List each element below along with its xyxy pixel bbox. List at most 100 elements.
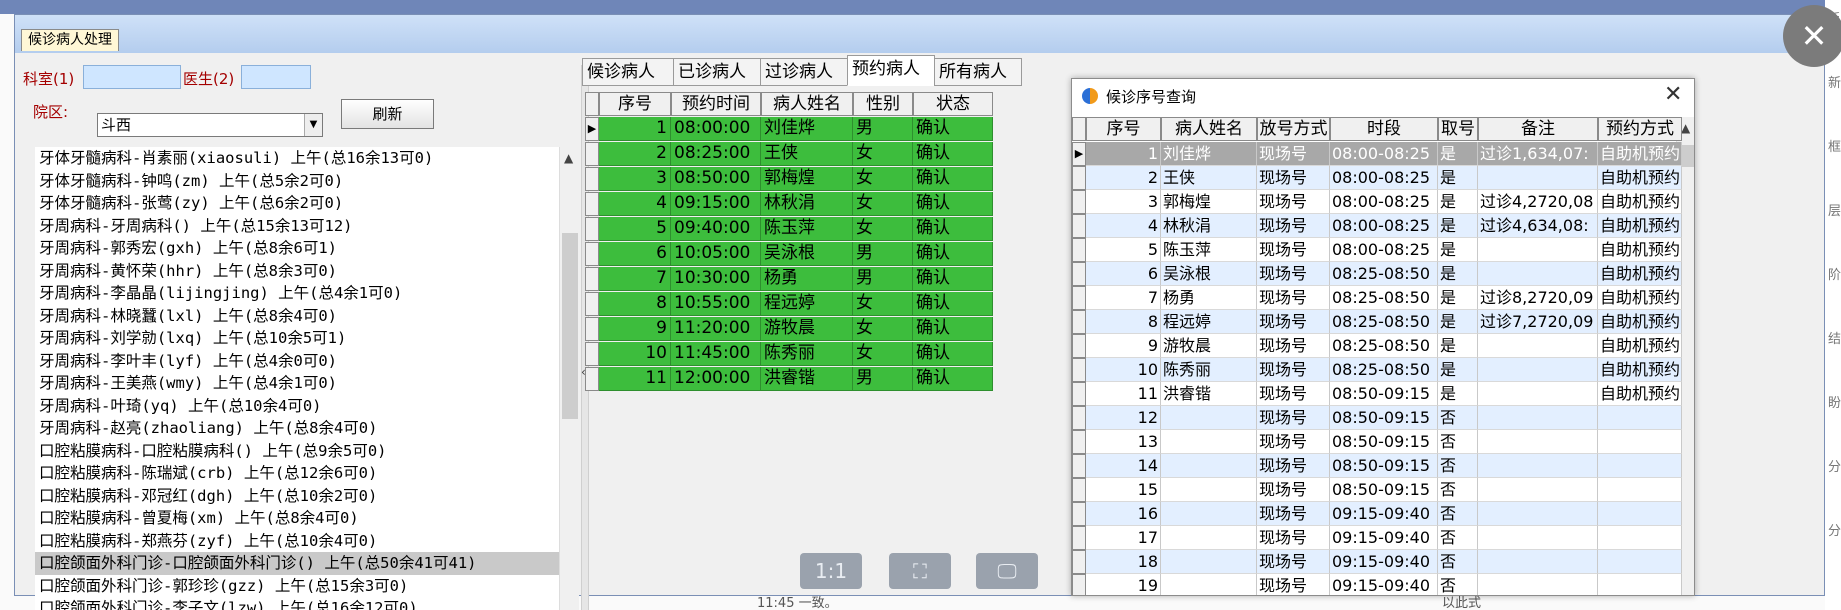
queue-cell[interactable]: 08:00-08:25 — [1330, 190, 1438, 214]
queue-cell[interactable]: 现场号 — [1257, 238, 1330, 262]
tab-patient[interactable]: 过诊病人 — [760, 58, 848, 86]
queue-cell[interactable]: 现场号 — [1257, 262, 1330, 286]
dept-list-item[interactable]: 牙周病科-牙周病科() 上午(总15余13可12) — [35, 215, 559, 238]
row-indicator[interactable] — [585, 217, 599, 241]
column-header[interactable]: 病人姓名 — [1161, 117, 1257, 141]
queue-cell[interactable] — [1161, 478, 1257, 502]
queue-cell[interactable]: 2 — [1086, 166, 1161, 190]
column-header[interactable]: 病人姓名 — [761, 92, 853, 116]
appointment-cell[interactable]: 女 — [853, 292, 913, 316]
appointment-cell[interactable]: 11 — [599, 367, 671, 391]
appointment-cell[interactable]: 12:00:00 — [671, 367, 761, 391]
queue-cell[interactable] — [1478, 478, 1598, 502]
appointment-cell[interactable]: 女 — [853, 167, 913, 191]
appointment-cell[interactable]: 2 — [599, 142, 671, 166]
queue-cell[interactable]: 自助机预约 — [1598, 382, 1682, 406]
queue-cell[interactable] — [1161, 406, 1257, 430]
queue-cell[interactable]: 是 — [1438, 286, 1478, 310]
appointment-cell[interactable]: 3 — [599, 167, 671, 191]
district-select[interactable]: 斗西 ▼ — [97, 113, 323, 137]
queue-cell[interactable]: 过诊7,2720,09 — [1478, 310, 1598, 334]
queue-cell[interactable] — [1598, 454, 1682, 478]
queue-cell[interactable]: 09:15-09:40 — [1330, 550, 1438, 574]
column-header[interactable]: 时段 — [1330, 117, 1438, 141]
queue-cell[interactable]: 自助机预约 — [1598, 166, 1682, 190]
dept-list-item[interactable]: 牙周病科-李叶丰(lyf) 上午(总4余0可0) — [35, 350, 559, 373]
tab-patient[interactable]: 已诊病人 — [673, 58, 761, 86]
appointment-cell[interactable]: 10:55:00 — [671, 292, 761, 316]
dept-list-item[interactable]: 口腔颌面外科门诊-口腔颌面外科门诊() 上午(总50余41可41) — [35, 552, 559, 575]
queue-cell[interactable]: 现场号 — [1257, 190, 1330, 214]
appointment-cell[interactable]: 陈秀丽 — [761, 342, 853, 366]
queue-cell[interactable]: 08:50-09:15 — [1330, 406, 1438, 430]
queue-cell[interactable]: 08:00-08:25 — [1330, 166, 1438, 190]
queue-cell[interactable]: 是 — [1438, 238, 1478, 262]
appointment-cell[interactable]: 女 — [853, 192, 913, 216]
row-indicator[interactable] — [585, 317, 599, 341]
queue-cell[interactable]: 游牧晨 — [1161, 334, 1257, 358]
row-indicator[interactable] — [1072, 190, 1086, 214]
queue-cell[interactable]: 15 — [1086, 478, 1161, 502]
queue-cell[interactable]: 4 — [1086, 214, 1161, 238]
column-header[interactable]: 序号 — [1086, 117, 1161, 141]
queue-cell[interactable]: 现场号 — [1257, 142, 1330, 166]
queue-cell[interactable]: 自助机预约 — [1598, 262, 1682, 286]
appointment-cell[interactable]: 10:30:00 — [671, 267, 761, 291]
queue-cell[interactable]: 是 — [1438, 382, 1478, 406]
dept-list-item[interactable]: 牙周病科-李晶晶(lijingjing) 上午(总4余1可0) — [35, 282, 559, 305]
appointment-cell[interactable]: 确认 — [913, 267, 993, 291]
queue-cell[interactable]: 洪睿锴 — [1161, 382, 1257, 406]
row-indicator[interactable] — [1072, 454, 1086, 478]
row-indicator[interactable]: ▶ — [585, 117, 599, 141]
dept-list-scrollbar[interactable]: ▲ — [559, 147, 579, 610]
queue-cell[interactable]: 09:15-09:40 — [1330, 526, 1438, 550]
row-indicator[interactable] — [585, 242, 599, 266]
appointment-cell[interactable]: 10 — [599, 342, 671, 366]
queue-cell[interactable]: 林秋涓 — [1161, 214, 1257, 238]
row-indicator[interactable] — [1072, 550, 1086, 574]
row-indicator[interactable] — [1072, 502, 1086, 526]
appointment-cell[interactable]: 08:00:00 — [671, 117, 761, 141]
queue-cell[interactable]: 9 — [1086, 334, 1161, 358]
appointment-cell[interactable]: 10:05:00 — [671, 242, 761, 266]
queue-cell[interactable]: 是 — [1438, 310, 1478, 334]
queue-cell[interactable]: 否 — [1438, 502, 1478, 526]
queue-cell[interactable]: 08:50-09:15 — [1330, 478, 1438, 502]
dept-list-item[interactable]: 牙周病科-叶琦(yq) 上午(总10余4可0) — [35, 395, 559, 418]
appointment-cell[interactable]: 确认 — [913, 117, 993, 141]
appointment-cell[interactable]: 程远婷 — [761, 292, 853, 316]
appointment-cell[interactable]: 11:20:00 — [671, 317, 761, 341]
appointment-cell[interactable]: 6 — [599, 242, 671, 266]
queue-cell[interactable]: 08:25-08:50 — [1330, 334, 1438, 358]
appointment-cell[interactable]: 08:25:00 — [671, 142, 761, 166]
appointment-cell[interactable]: 洪睿锴 — [761, 367, 853, 391]
queue-cell[interactable]: 现场号 — [1257, 502, 1330, 526]
row-indicator[interactable] — [1072, 262, 1086, 286]
queue-cell[interactable]: 过诊8,2720,09 — [1478, 286, 1598, 310]
appointment-cell[interactable]: 08:50:00 — [671, 167, 761, 191]
dept-list-item[interactable]: 口腔粘膜病科-邓冠红(dgh) 上午(总10余2可0) — [35, 485, 559, 508]
queue-cell[interactable]: 12 — [1086, 406, 1161, 430]
queue-cell[interactable]: 陈秀丽 — [1161, 358, 1257, 382]
tab-patient[interactable]: 候诊病人 — [582, 58, 674, 86]
row-indicator[interactable] — [1072, 358, 1086, 382]
appointment-cell[interactable]: 男 — [853, 367, 913, 391]
row-indicator[interactable] — [1072, 478, 1086, 502]
queue-cell[interactable]: 吴泳根 — [1161, 262, 1257, 286]
queue-cell[interactable] — [1478, 262, 1598, 286]
queue-cell[interactable]: 19 — [1086, 574, 1161, 595]
queue-cell[interactable]: 1 — [1086, 142, 1161, 166]
queue-cell[interactable]: 过诊4,634,08: — [1478, 214, 1598, 238]
tab-patient[interactable]: 所有病人 — [934, 58, 1022, 86]
appointment-cell[interactable]: 男 — [853, 267, 913, 291]
row-indicator[interactable] — [1072, 382, 1086, 406]
queue-cell[interactable]: 现场号 — [1257, 526, 1330, 550]
queue-cell[interactable]: 11 — [1086, 382, 1161, 406]
appointment-cell[interactable]: 4 — [599, 192, 671, 216]
queue-cell[interactable] — [1161, 574, 1257, 595]
dept-list-item[interactable]: 口腔粘膜病科-郑燕芬(zyf) 上午(总10余4可0) — [35, 530, 559, 553]
queue-cell[interactable]: 08:25-08:50 — [1330, 310, 1438, 334]
one-to-one-button[interactable]: 1:1 — [800, 553, 862, 589]
queue-cell[interactable] — [1598, 406, 1682, 430]
queue-cell[interactable] — [1478, 382, 1598, 406]
